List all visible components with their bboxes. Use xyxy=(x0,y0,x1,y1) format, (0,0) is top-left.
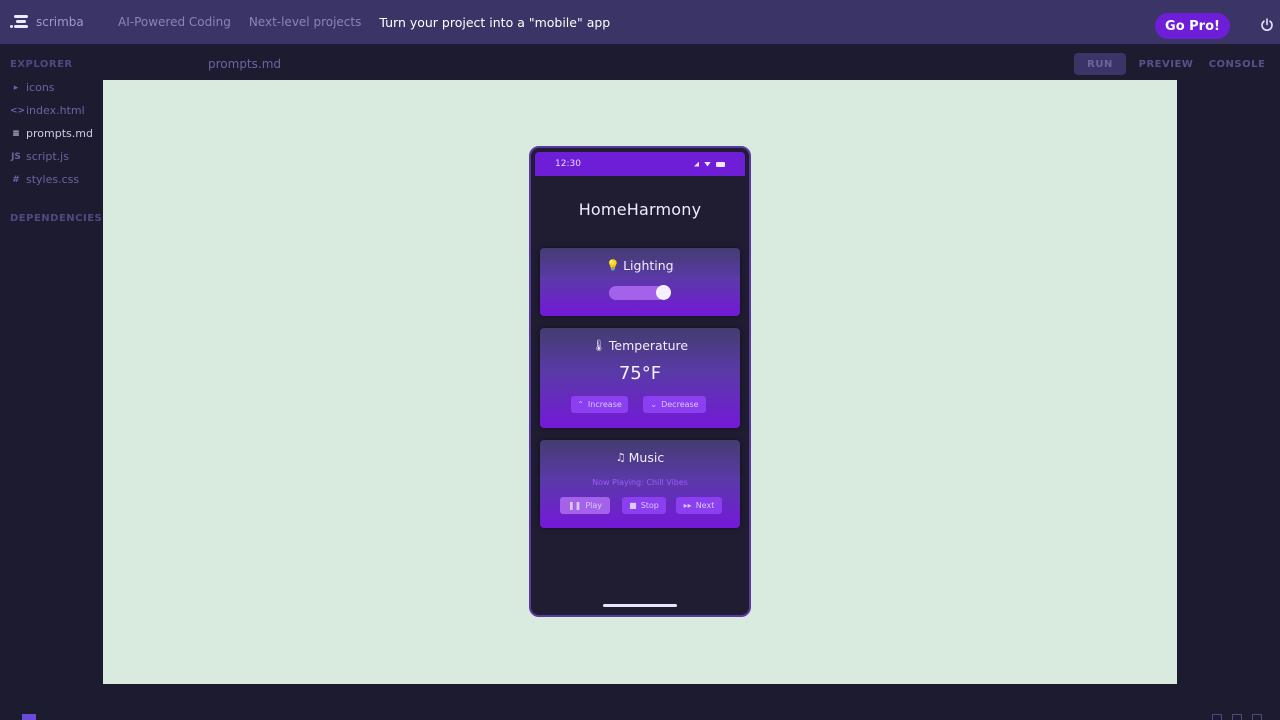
temperature-title: Temperature xyxy=(608,338,689,353)
battery-icon xyxy=(716,161,725,167)
stop-label: Stop xyxy=(640,501,659,510)
dependencies-title[interactable]: DEPENDENCIES xyxy=(10,213,102,224)
file-name: script.js xyxy=(26,150,69,163)
increase-button[interactable]: ⌃ Increase xyxy=(571,396,628,413)
tab-run[interactable]: RUN xyxy=(1074,53,1126,75)
wifi-icon xyxy=(704,161,711,167)
music-heading: ♫ Music xyxy=(540,450,740,465)
tab-preview[interactable]: PREVIEW xyxy=(1126,53,1206,75)
file-name: styles.css xyxy=(26,173,80,186)
play-button[interactable]: ❚❚ Play xyxy=(560,497,610,514)
scrimba-logo[interactable]: scrimba xyxy=(10,15,100,29)
open-file-tab[interactable]: prompts.md xyxy=(208,57,281,71)
increase-label: Increase xyxy=(587,400,622,409)
file-name: index.html xyxy=(26,104,85,117)
next-button[interactable]: ▸▸ Next xyxy=(676,497,722,514)
music-note-icon: ♫ xyxy=(615,451,626,464)
phone-status-bar: 12:30 xyxy=(535,152,745,176)
file-name: prompts.md xyxy=(26,127,93,140)
markdown-file-icon: ≡ xyxy=(12,128,20,139)
square-icon[interactable] xyxy=(1212,714,1222,720)
music-card: ♫ Music Now Playing: Chill Vibes ❚❚ Play… xyxy=(540,440,740,528)
file-item-styles-css[interactable]: # styles.css xyxy=(10,173,79,186)
play-label: Play xyxy=(585,501,603,510)
home-indicator xyxy=(603,604,677,607)
settings-icon[interactable] xyxy=(1232,714,1242,720)
html-file-icon: <> xyxy=(10,105,26,116)
decrease-button[interactable]: ⌄ Decrease xyxy=(643,396,706,413)
stop-icon: ■ xyxy=(629,501,637,510)
file-item-script-js[interactable]: JS script.js xyxy=(10,150,69,163)
chevron-up-icon: ⌃ xyxy=(577,400,584,409)
lighting-title: Lighting xyxy=(623,258,674,273)
phone-frame: 12:30 HomeHarmony 💡 Lighting 🌡 Temperatu… xyxy=(529,146,751,617)
pause-icon: ❚❚ xyxy=(567,501,582,510)
lightbulb-icon: 💡 xyxy=(606,259,621,272)
top-bar: scrimba AI-Powered Coding Next-level pro… xyxy=(0,0,1280,44)
file-name: icons xyxy=(26,81,55,94)
next-label: Next xyxy=(695,501,715,510)
decrease-label: Decrease xyxy=(661,400,699,409)
toggle-knob xyxy=(656,285,671,300)
explorer-title: EXPLORER xyxy=(10,59,73,70)
bottom-bar xyxy=(0,684,1280,720)
menu-icon[interactable] xyxy=(1252,714,1262,720)
file-item-prompts-md[interactable]: ≡ prompts.md xyxy=(10,127,93,140)
logo-icon xyxy=(10,15,28,29)
music-title: Music xyxy=(628,450,665,465)
now-playing-text: Now Playing: Chill Vibes xyxy=(592,478,688,487)
css-file-icon: # xyxy=(12,174,20,185)
view-tabs: RUN PREVIEW CONSOLE xyxy=(1074,53,1265,75)
stop-button[interactable]: ■ Stop xyxy=(622,497,666,514)
breadcrumb-course[interactable]: AI-Powered Coding xyxy=(118,15,231,29)
thermometer-icon: 🌡 xyxy=(591,339,606,352)
signal-icon xyxy=(694,161,699,167)
go-pro-button[interactable]: Go Pro! xyxy=(1155,13,1230,39)
temperature-card: 🌡 Temperature 75°F ⌃ Increase ⌄ Decrease xyxy=(540,328,740,428)
lighting-toggle[interactable] xyxy=(609,285,671,300)
temperature-value: 75°F xyxy=(618,363,662,384)
lighting-card: 💡 Lighting xyxy=(540,248,740,316)
js-file-icon: JS xyxy=(11,151,21,162)
bottom-controls xyxy=(1212,714,1262,720)
tab-console[interactable]: CONSOLE xyxy=(1209,53,1265,75)
logo-text: scrimba xyxy=(36,15,84,29)
breadcrumb-section[interactable]: Next-level projects xyxy=(249,15,362,29)
status-clock: 12:30 xyxy=(555,159,581,169)
chevron-down-icon: ⌄ xyxy=(650,400,658,409)
status-icons xyxy=(694,161,725,167)
grid-icon[interactable] xyxy=(22,714,36,720)
temperature-heading: 🌡 Temperature xyxy=(540,338,740,353)
file-item-index-html[interactable]: <> index.html xyxy=(10,104,85,117)
app-title: HomeHarmony xyxy=(578,200,702,219)
sidebar: EXPLORER ▸ icons <> index.html ≡ prompts… xyxy=(0,44,103,684)
preview-pane: 12:30 HomeHarmony 💡 Lighting 🌡 Temperatu… xyxy=(103,80,1177,684)
lighting-heading: 💡 Lighting xyxy=(540,258,740,273)
folder-icon: ▸ xyxy=(13,82,19,93)
fast-forward-icon: ▸▸ xyxy=(683,501,692,510)
file-item-icons[interactable]: ▸ icons xyxy=(10,81,55,94)
power-icon[interactable] xyxy=(1260,18,1274,32)
breadcrumb-lesson: Turn your project into a "mobile" app xyxy=(379,14,611,30)
